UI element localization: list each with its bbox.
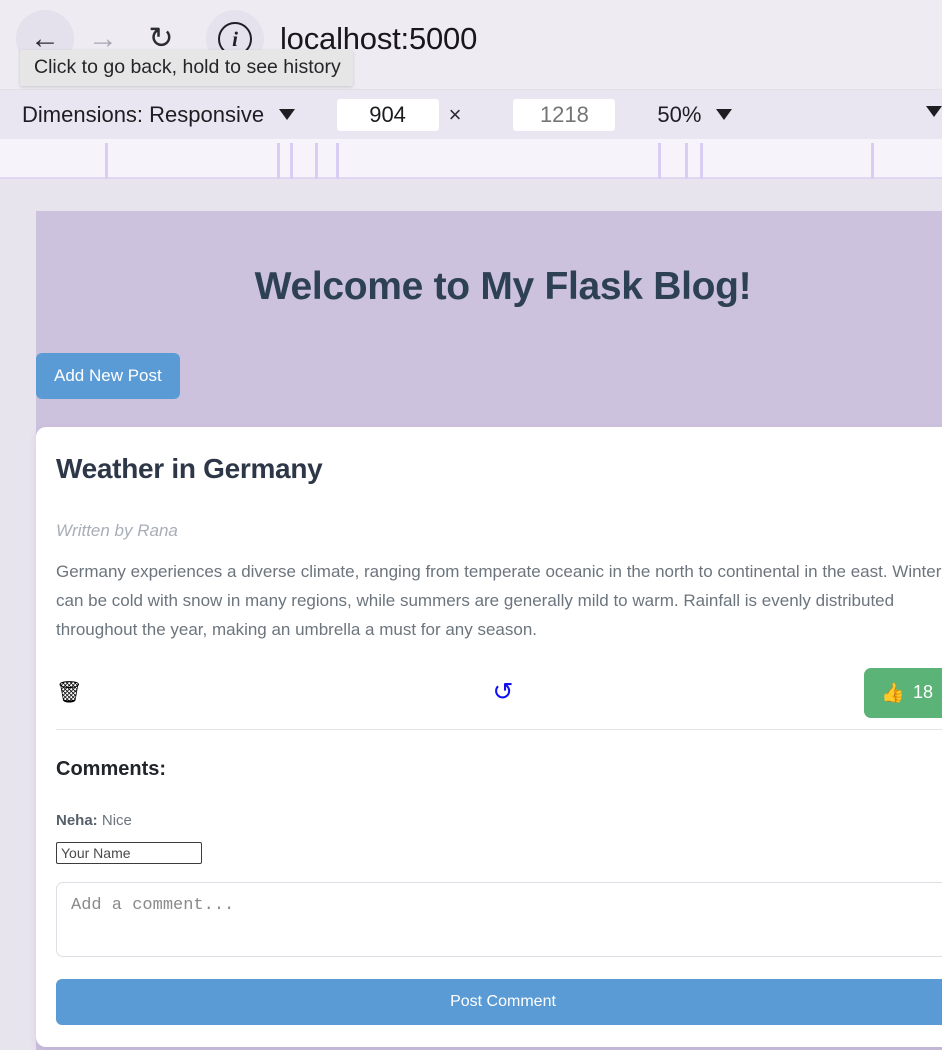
thumbs-up-icon: 👍 [881, 682, 905, 704]
blog-page-background: Welcome to My Flask Blog! Add New Post W… [36, 211, 942, 1050]
section-divider [56, 728, 942, 730]
dimension-separator: × [448, 101, 462, 127]
post-comment-button[interactable]: Post Comment [56, 978, 942, 1025]
post-card: Weather in Germany Written by Rana Germa… [36, 427, 942, 1047]
add-post-row: Add New Post [36, 309, 942, 399]
viewport-ruler [0, 139, 942, 179]
comment-text: Nice [101, 811, 132, 829]
browser-chrome: ← → ↻ i localhost:5000 Click to go back,… [0, 0, 942, 90]
post-author: Written by Rana [56, 521, 178, 540]
ruler-tick [700, 143, 703, 179]
back-button-tooltip: Click to go back, hold to see history [20, 50, 353, 86]
dimensions-dropdown[interactable]: Dimensions: Responsive [22, 102, 295, 128]
comments-heading: Comments: [56, 757, 167, 780]
ruler-tick [658, 143, 661, 179]
zoom-dropdown[interactable]: 50% [615, 102, 732, 128]
refresh-icon[interactable]: ↺ [493, 680, 514, 705]
viewport-width-input[interactable] [336, 98, 439, 131]
chevron-down-icon [278, 108, 295, 120]
ruler-tick [277, 143, 280, 179]
trash-icon[interactable]: 🗑 [56, 682, 83, 703]
post-body: Germany experiences a diverse climate, r… [56, 562, 942, 640]
comment-name-input[interactable] [56, 841, 202, 864]
browser-window: ← → ↻ i localhost:5000 Click to go back,… [0, 0, 942, 1050]
add-new-post-button[interactable]: Add New Post [36, 353, 180, 399]
viewport-height-input[interactable] [513, 98, 616, 131]
ruler-tick [290, 143, 293, 179]
dimensions-label: Dimensions: Responsive [22, 101, 265, 127]
chevron-down-icon [715, 108, 732, 120]
blog-container: Welcome to My Flask Blog! Add New Post W… [36, 211, 942, 1050]
comment-textarea[interactable] [56, 881, 942, 957]
like-button[interactable]: 👍 18 [864, 667, 942, 718]
page-viewport: Welcome to My Flask Blog! Add New Post W… [0, 179, 942, 1050]
post-actions-row: 🗑 ↺ 👍 18 [56, 667, 942, 719]
chevron-down-icon [926, 105, 942, 117]
list-item: Neha: Nice [56, 812, 942, 829]
ruler-tick [105, 143, 108, 179]
ruler-tick [871, 143, 874, 179]
ruler-tick [685, 143, 688, 179]
comment-author: Neha: [56, 811, 98, 829]
toolbar-overflow-button[interactable] [916, 105, 942, 124]
page-title: Welcome to My Flask Blog! [254, 265, 752, 308]
ruler-tick [315, 143, 318, 179]
ruler-tick [336, 143, 339, 179]
like-count: 18 [912, 682, 933, 703]
device-toolbar: Dimensions: Responsive × 50% [0, 90, 942, 139]
zoom-level-label: 50% [657, 101, 702, 127]
post-title: Weather in Germany [56, 453, 323, 484]
